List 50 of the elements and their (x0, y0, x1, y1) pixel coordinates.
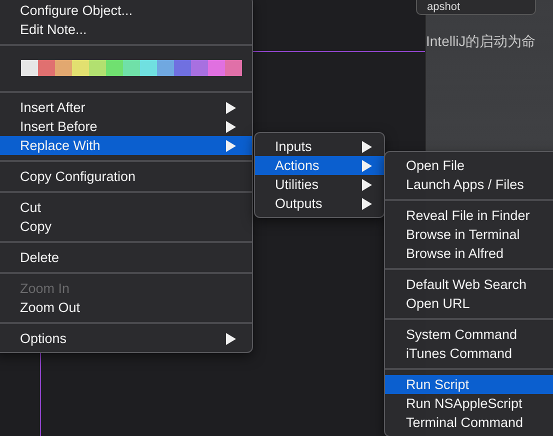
color-swatch[interactable] (38, 60, 55, 76)
menu-item[interactable]: Utilities (255, 175, 384, 194)
menu-item[interactable]: Run NSAppleScript (385, 394, 553, 413)
menu-item[interactable]: Browse in Alfred (385, 244, 553, 263)
menu-item[interactable]: Terminal Command (385, 413, 553, 432)
color-swatch[interactable] (21, 60, 38, 76)
color-swatch[interactable] (208, 60, 225, 76)
submenu-arrow-icon (362, 198, 372, 210)
submenu-arrow-icon (226, 332, 236, 344)
menu-item[interactable]: Copy (0, 217, 252, 236)
menu-item[interactable]: Cut (0, 198, 252, 217)
menu-item[interactable]: Browse in Terminal (385, 225, 553, 244)
note-text: IntelliJ的启动为命 (426, 33, 536, 49)
menu-item[interactable]: Configure Object... (0, 1, 252, 20)
submenu-arrow-icon (362, 140, 372, 152)
submenu-arrow-icon (362, 160, 372, 172)
submenu-arrow-icon (226, 140, 236, 152)
menu-item[interactable]: Insert Before (0, 117, 252, 136)
menu-item[interactable]: Options (0, 329, 252, 348)
menu-item[interactable]: Copy Configuration (0, 167, 252, 186)
menu-item[interactable]: Open URL (385, 294, 553, 313)
menu-item[interactable]: Launch Apps / Files (385, 175, 553, 194)
menu-item[interactable]: Inputs (255, 137, 384, 156)
menu-item[interactable]: Zoom Out (0, 298, 252, 317)
color-swatch[interactable] (225, 60, 242, 76)
color-swatch[interactable] (157, 60, 174, 76)
color-swatch[interactable] (123, 60, 140, 76)
submenu-arrow-icon (226, 120, 236, 132)
color-swatch[interactable] (55, 60, 72, 76)
menu-item[interactable]: Actions (255, 156, 384, 175)
menu-item[interactable]: Delete (0, 248, 252, 267)
submenu-arrow-icon (226, 102, 236, 114)
color-swatch[interactable] (140, 60, 157, 76)
color-swatch[interactable] (106, 60, 123, 76)
menu-item[interactable]: Replace With (0, 136, 252, 155)
menu-item[interactable]: Insert After (0, 98, 252, 117)
popup-text: apshot (427, 1, 460, 13)
color-swatch[interactable] (174, 60, 191, 76)
menu-item[interactable]: Reveal File in Finder (385, 206, 553, 225)
submenu-arrow-icon (362, 178, 372, 190)
menu-item[interactable]: iTunes Command (385, 344, 553, 363)
menu-item[interactable]: Open File (385, 156, 553, 175)
menu-item[interactable]: Edit Note... (0, 20, 252, 39)
menu-item[interactable]: Run Script (385, 375, 553, 394)
color-swatch[interactable] (89, 60, 106, 76)
menu-item[interactable]: Default Web Search (385, 275, 553, 294)
menu-item[interactable]: Outputs (255, 194, 384, 213)
menu-item[interactable]: System Command (385, 325, 553, 344)
color-swatch[interactable] (191, 60, 208, 76)
color-swatch[interactable] (72, 60, 89, 76)
